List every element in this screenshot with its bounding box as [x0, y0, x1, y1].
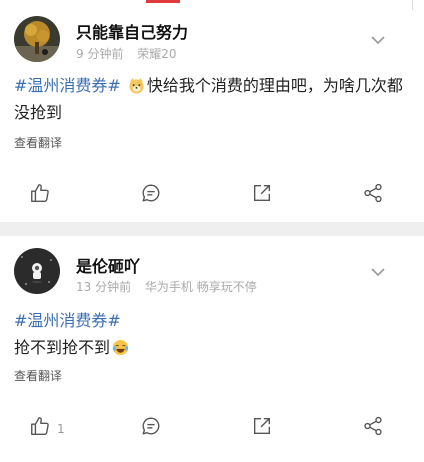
comment-icon — [142, 417, 160, 435]
post-card: 只能靠自己努力 9 分钟前 荣耀20 #温州消费券# 快给我个消费的理由吧，为啥… — [0, 10, 424, 222]
hashtag-link[interactable]: #温州消费券# — [14, 311, 121, 330]
more-share-button[interactable] — [362, 181, 384, 205]
like-button[interactable] — [29, 181, 57, 205]
top-tab-strip — [0, 0, 424, 10]
hashtag-link[interactable]: #温州消费券# — [14, 76, 121, 95]
translate-link[interactable]: 查看翻译 — [14, 367, 62, 384]
like-count: 1 — [57, 422, 65, 436]
more-share-icon — [364, 416, 382, 436]
laughing-crying-emoji — [112, 339, 129, 356]
share-icon — [253, 184, 271, 202]
repost-button[interactable] — [251, 414, 273, 438]
post-device: 荣耀20 — [137, 47, 177, 61]
avatar[interactable] — [14, 16, 60, 62]
post-content: #温州消费券# 快给我个消费的理由吧，为啥几次都没抢到 — [14, 72, 410, 126]
thumbs-up-icon — [31, 184, 49, 202]
repost-button[interactable] — [251, 181, 273, 205]
post-time: 13 分钟前 — [76, 280, 132, 294]
post-meta: 13 分钟前 华为手机 畅享玩不停 — [76, 278, 267, 295]
post-card: 是伦砸吖 13 分钟前 华为手机 畅享玩不停 #温州消费券# 抢不到抢不到 查看… — [0, 236, 424, 462]
username[interactable]: 是伦砸吖 — [76, 253, 140, 277]
share-icon — [253, 417, 271, 435]
more-share-button[interactable] — [362, 414, 384, 438]
comment-button[interactable] — [140, 181, 162, 205]
post-content: #温州消费券# 抢不到抢不到 — [14, 307, 410, 361]
post-time: 9 分钟前 — [76, 47, 124, 61]
doge-emoji — [129, 77, 144, 94]
tab-divider — [412, 0, 413, 10]
like-button[interactable]: 1 — [29, 414, 65, 438]
active-tab-indicator — [146, 0, 180, 3]
post-meta: 9 分钟前 荣耀20 — [76, 45, 187, 62]
comment-icon — [142, 184, 160, 202]
chevron-down-icon[interactable] — [370, 264, 386, 280]
more-share-icon — [364, 183, 382, 203]
action-bar: 1 — [0, 414, 424, 438]
avatar[interactable] — [14, 248, 60, 294]
action-bar — [0, 181, 424, 205]
username[interactable]: 只能靠自己努力 — [76, 19, 188, 43]
post-text: 抢不到抢不到 — [14, 338, 111, 357]
thumbs-up-icon — [31, 417, 49, 435]
post-device: 华为手机 畅享玩不停 — [144, 280, 257, 294]
chevron-down-icon[interactable] — [370, 32, 386, 48]
comment-button[interactable] — [140, 414, 162, 438]
translate-link[interactable]: 查看翻译 — [14, 134, 62, 151]
